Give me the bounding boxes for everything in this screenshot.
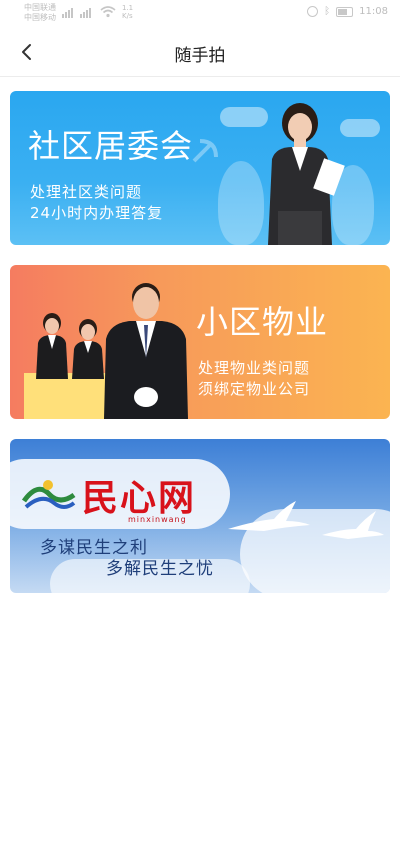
minxinwang-card[interactable]: 民心网 minxinwang 多谋民生之利 多解民生之忧: [10, 439, 390, 593]
network-speed: 1.1 K/s: [122, 4, 134, 20]
clock: 11:08: [359, 6, 388, 17]
card-title: 小区物业: [196, 303, 329, 341]
brand-name: 民心网: [82, 477, 197, 519]
brand-subtitle: minxinwang: [128, 515, 187, 524]
card-line-2: 24小时内办理答复: [30, 204, 164, 222]
community-committee-card[interactable]: 社区居委会 处理社区类问题 24小时内办理答复: [10, 91, 390, 245]
signal-icon-2: [80, 6, 91, 18]
status-bar: 中国联通 中国移动 1.1 K/s ᛒ 11:08: [0, 0, 400, 28]
cloud-decoration: [220, 107, 268, 127]
slogan-line-2: 多解民生之忧: [106, 559, 214, 579]
carrier-labels: 中国联通 中国移动: [24, 3, 56, 23]
card-line-1: 处理物业类问题: [198, 359, 311, 377]
bluetooth-icon: ᛒ: [324, 6, 331, 17]
manager-photo: [104, 283, 188, 419]
page-title: 随手拍: [174, 46, 226, 66]
signal-icon: [62, 6, 73, 18]
battery-icon: [336, 6, 354, 17]
wifi-icon: [100, 6, 116, 18]
woman-photo: [268, 103, 345, 245]
crane-icon-2: [322, 511, 384, 539]
card-line-1: 处理社区类问题: [30, 183, 143, 201]
crane-icon: [228, 501, 310, 531]
card-title: 社区居委会: [28, 127, 194, 165]
alarm-icon: [307, 6, 319, 17]
property-management-card[interactable]: 小区物业 处理物业类问题 须绑定物业公司: [10, 265, 390, 419]
card-line-2: 须绑定物业公司: [198, 380, 311, 398]
tree-decoration: [218, 161, 264, 245]
header: 随手拍: [0, 28, 400, 77]
logo-icon: [21, 480, 76, 509]
carrier-1: 中国联通: [24, 3, 56, 12]
carrier-2: 中国移动: [24, 13, 56, 22]
status-right: ᛒ 11:08: [307, 6, 388, 17]
